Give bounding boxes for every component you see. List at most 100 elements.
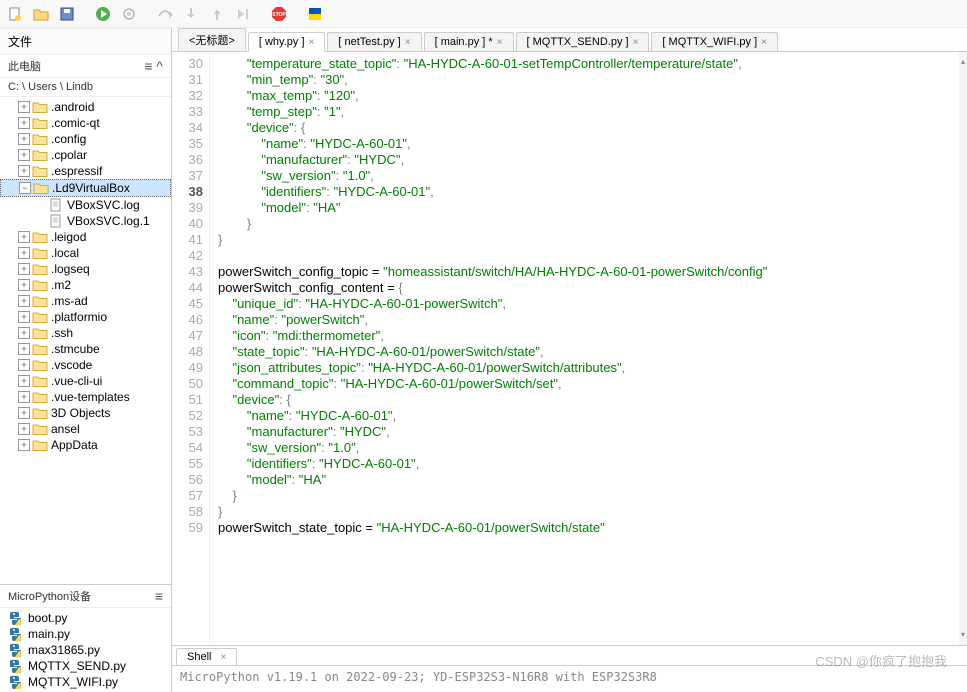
expand-icon[interactable]: +: [18, 423, 30, 435]
folder-item[interactable]: +.cpolar: [0, 147, 171, 163]
folder-item[interactable]: +.vue-cli-ui: [0, 373, 171, 389]
expand-icon[interactable]: +: [18, 247, 30, 259]
code-line[interactable]: "identifiers": "HYDC-A-60-01",: [218, 456, 951, 472]
code-line[interactable]: "max_temp": "120",: [218, 88, 951, 104]
code-line[interactable]: "manufacturer": "HYDC",: [218, 424, 951, 440]
vertical-scrollbar[interactable]: ▴▾: [959, 52, 967, 645]
folder-item[interactable]: +.stmcube: [0, 341, 171, 357]
folder-item[interactable]: +.ssh: [0, 325, 171, 341]
step-into-button[interactable]: [180, 3, 202, 25]
code-line[interactable]: }: [218, 488, 951, 504]
expand-icon[interactable]: +: [18, 117, 30, 129]
step-over-button[interactable]: [154, 3, 176, 25]
folder-item[interactable]: +.local: [0, 245, 171, 261]
folder-item[interactable]: +.vue-templates: [0, 389, 171, 405]
code-line[interactable]: }: [218, 232, 951, 248]
location-path[interactable]: C: \ Users \ Lindb: [0, 78, 171, 97]
code-line[interactable]: "device": {: [218, 392, 951, 408]
code-line[interactable]: powerSwitch_config_content = {: [218, 280, 951, 296]
code-line[interactable]: "model": "HA": [218, 200, 951, 216]
folder-item[interactable]: +.logseq: [0, 261, 171, 277]
flag-button[interactable]: [304, 3, 326, 25]
expand-icon[interactable]: +: [18, 359, 30, 371]
save-button[interactable]: [56, 3, 78, 25]
folder-item[interactable]: +.android: [0, 99, 171, 115]
code-line[interactable]: powerSwitch_state_topic = "HA-HYDC-A-60-…: [218, 520, 951, 536]
code-line[interactable]: "name": "HYDC-A-60-01",: [218, 408, 951, 424]
folder-item[interactable]: +.espressif: [0, 163, 171, 179]
close-icon[interactable]: ×: [221, 652, 227, 663]
editor-tab[interactable]: [ MQTTX_WIFI.py ]×: [651, 32, 778, 51]
code-line[interactable]: "device": {: [218, 120, 951, 136]
this-pc-header[interactable]: 此电脑 ≡ ^: [0, 55, 171, 78]
device-file-item[interactable]: main.py: [4, 626, 167, 642]
code-line[interactable]: "icon": "mdi:thermometer",: [218, 328, 951, 344]
micropython-file-list[interactable]: boot.pymain.pymax31865.pyMQTTX_SEND.pyMQ…: [0, 608, 171, 692]
folder-item[interactable]: +3D Objects: [0, 405, 171, 421]
editor-tab[interactable]: [ why.py ]×: [248, 32, 326, 52]
folder-item[interactable]: +.ms-ad: [0, 293, 171, 309]
collapse-icon[interactable]: −: [19, 182, 31, 194]
code-line[interactable]: [218, 248, 951, 264]
expand-icon[interactable]: +: [18, 149, 30, 161]
code-line[interactable]: "sw_version": "1.0",: [218, 168, 951, 184]
code-line[interactable]: "name": "HYDC-A-60-01",: [218, 136, 951, 152]
expand-icon[interactable]: +: [18, 295, 30, 307]
step-out-button[interactable]: [206, 3, 228, 25]
code-line[interactable]: "temperature_state_topic": "HA-HYDC-A-60…: [218, 56, 951, 72]
shell-output[interactable]: MicroPython v1.19.1 on 2022-09-23; YD-ES…: [172, 666, 967, 692]
close-icon[interactable]: ×: [405, 37, 411, 48]
file-tree[interactable]: +.android+.comic-qt+.config+.cpolar+.esp…: [0, 97, 171, 584]
editor-tab[interactable]: [ MQTTX_SEND.py ]×: [516, 32, 650, 51]
panel-menu-icon[interactable]: ≡: [155, 588, 163, 604]
code-view[interactable]: 3031323334353637383940414243444546474849…: [172, 52, 967, 645]
expand-icon[interactable]: +: [18, 439, 30, 451]
code-line[interactable]: }: [218, 504, 951, 520]
files-panel-header[interactable]: 文件: [0, 28, 171, 55]
editor-tab[interactable]: <无标题>: [178, 28, 246, 51]
folder-item[interactable]: +ansel: [0, 421, 171, 437]
close-icon[interactable]: ×: [309, 37, 315, 48]
close-icon[interactable]: ×: [633, 37, 639, 48]
code-line[interactable]: "name": "powerSwitch",: [218, 312, 951, 328]
expand-icon[interactable]: +: [18, 101, 30, 113]
folder-item[interactable]: +AppData: [0, 437, 171, 453]
folder-item[interactable]: +.config: [0, 131, 171, 147]
code-line[interactable]: powerSwitch_config_topic = "homeassistan…: [218, 264, 951, 280]
code-line[interactable]: "json_attributes_topic": "HA-HYDC-A-60-0…: [218, 360, 951, 376]
expand-icon[interactable]: +: [18, 327, 30, 339]
code-line[interactable]: "model": "HA": [218, 472, 951, 488]
code-line[interactable]: "identifiers": "HYDC-A-60-01",: [218, 184, 951, 200]
folder-item[interactable]: +.m2: [0, 277, 171, 293]
file-item[interactable]: +VBoxSVC.log: [0, 197, 171, 213]
expand-icon[interactable]: +: [18, 343, 30, 355]
run-button[interactable]: [92, 3, 114, 25]
folder-item[interactable]: +.leigod: [0, 229, 171, 245]
folder-item[interactable]: +.comic-qt: [0, 115, 171, 131]
code-line[interactable]: "state_topic": "HA-HYDC-A-60-01/powerSwi…: [218, 344, 951, 360]
expand-icon[interactable]: +: [18, 263, 30, 275]
code-line[interactable]: "unique_id": "HA-HYDC-A-60-01-powerSwitc…: [218, 296, 951, 312]
new-file-button[interactable]: [4, 3, 26, 25]
code-body[interactable]: "temperature_state_topic": "HA-HYDC-A-60…: [210, 52, 959, 645]
code-line[interactable]: "temp_step": "1",: [218, 104, 951, 120]
device-file-item[interactable]: max31865.py: [4, 642, 167, 658]
open-file-button[interactable]: [30, 3, 52, 25]
folder-item[interactable]: −.Ld9VirtualBox: [0, 179, 171, 197]
expand-icon[interactable]: +: [18, 311, 30, 323]
file-item[interactable]: +VBoxSVC.log.1: [0, 213, 171, 229]
micropython-header[interactable]: MicroPython设备 ≡: [0, 585, 171, 608]
expand-icon[interactable]: +: [18, 231, 30, 243]
device-file-item[interactable]: MQTTX_SEND.py: [4, 658, 167, 674]
stop-button[interactable]: STOP: [268, 3, 290, 25]
resume-button[interactable]: [232, 3, 254, 25]
device-file-item[interactable]: MQTTX_WIFI.py: [4, 674, 167, 690]
device-file-item[interactable]: boot.py: [4, 610, 167, 626]
expand-icon[interactable]: +: [18, 407, 30, 419]
code-line[interactable]: "min_temp": "30",: [218, 72, 951, 88]
expand-icon[interactable]: +: [18, 279, 30, 291]
editor-tab[interactable]: [ netTest.py ]×: [327, 32, 421, 51]
expand-icon[interactable]: +: [18, 391, 30, 403]
code-line[interactable]: }: [218, 216, 951, 232]
expand-icon[interactable]: +: [18, 375, 30, 387]
